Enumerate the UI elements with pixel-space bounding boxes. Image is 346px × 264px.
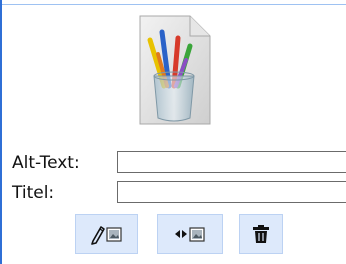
pencil-image-icon [90, 223, 124, 245]
arrows-image-icon [173, 223, 207, 245]
image-thumbnail-icon [138, 14, 212, 126]
trash-icon [252, 224, 270, 244]
alt-text-label: Alt-Text: [12, 153, 80, 173]
title-input[interactable] [117, 181, 346, 203]
panel-top-divider [2, 4, 346, 5]
replace-image-button[interactable] [157, 214, 223, 254]
alt-text-row: Alt-Text: [10, 151, 346, 175]
title-label: Titel: [12, 183, 55, 203]
title-row: Titel: [10, 181, 346, 205]
alt-text-input[interactable] [117, 151, 346, 173]
image-properties-panel: Alt-Text: Titel: [0, 0, 346, 264]
delete-image-button[interactable] [239, 214, 283, 254]
edit-image-button[interactable] [75, 214, 138, 254]
